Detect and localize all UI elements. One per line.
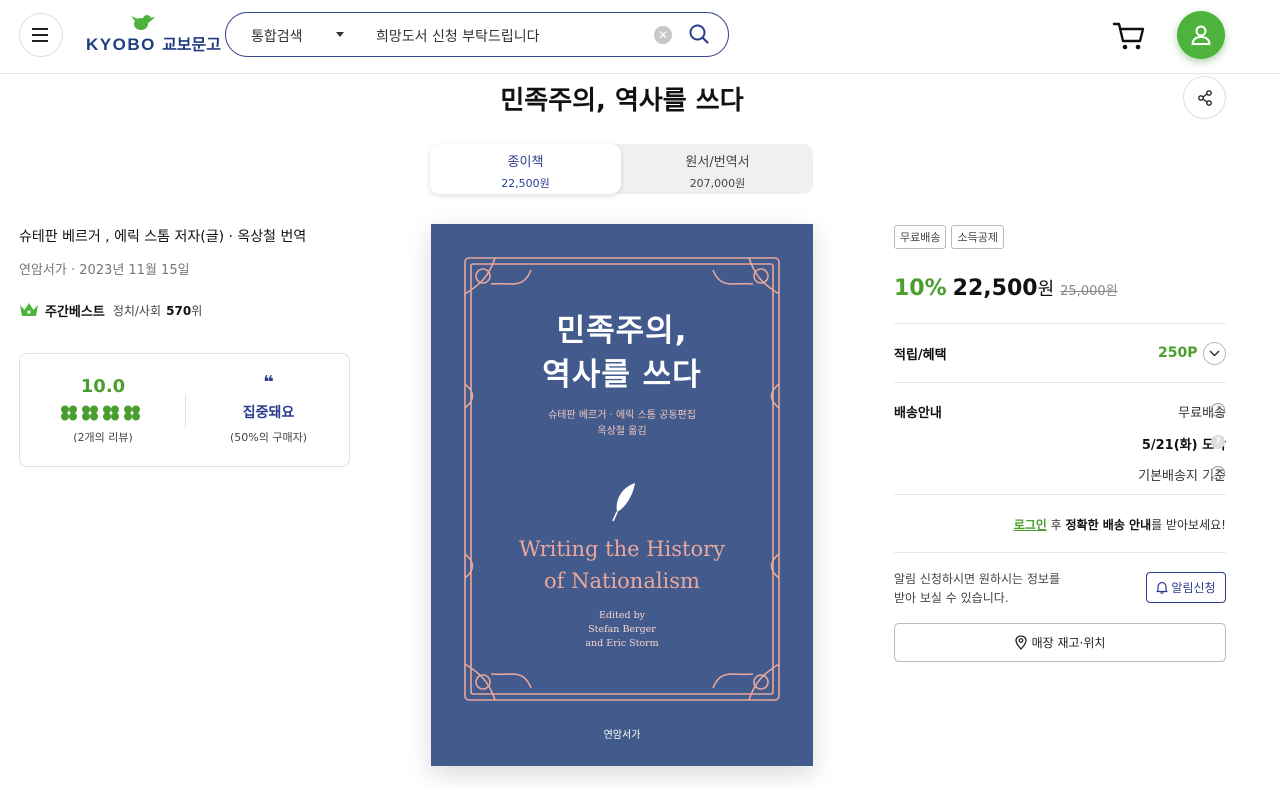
tab-name: 원서/번역서 xyxy=(685,155,750,170)
cover-korean-title-line: 역사를 쓰다 xyxy=(542,357,702,393)
cover-english-editor: Edited by Stefan Berger and Eric Storm xyxy=(431,609,813,651)
discount-rate: 10% xyxy=(894,276,947,301)
feather-quill-icon xyxy=(612,483,635,522)
info-icon[interactable]: ! xyxy=(1211,403,1225,417)
book-cover-image[interactable]: 민족주의, 역사를 쓰다 슈테판 베르거 · 에릭 스톰 공동편집 옥상철 옮김… xyxy=(431,224,813,766)
clover-rating xyxy=(60,405,141,421)
cart-icon[interactable] xyxy=(1112,20,1146,52)
review-keyword: 집중돼요 xyxy=(242,405,295,421)
tag-free-shipping: 무료배송 xyxy=(894,225,947,249)
author-line[interactable]: 슈테판 베르거 , 에릭 스톰 저자(글) · 옥상철 번역 xyxy=(19,226,306,246)
rank-suffix: 위 xyxy=(191,303,203,318)
user-account-button[interactable] xyxy=(1177,11,1225,59)
sale-price: 22,500 xyxy=(952,276,1038,301)
expand-benefits-button[interactable] xyxy=(1203,342,1226,365)
info-icon[interactable]: ! xyxy=(1211,466,1225,480)
alert-description: 알림 신청하시면 원하시는 정보를 받아 보실 수 있습니다. xyxy=(894,570,1060,608)
price-unit: 원 xyxy=(1037,279,1055,300)
cover-english-editor-line: Edited by xyxy=(598,610,646,621)
help-icon[interactable]: ? xyxy=(1211,435,1225,449)
search-bar: 통합검색 희망도서 신청 부탁드립니다 ✕ xyxy=(225,12,729,57)
bestseller-label: 주간베스트 xyxy=(45,304,105,320)
crown-icon xyxy=(20,303,38,316)
logo-text: KYOBO xyxy=(86,35,156,54)
bestseller-category: 정치/사회 xyxy=(112,303,162,318)
tab-price: 22,500원 xyxy=(501,177,550,190)
cover-korean-title: 민족주의, 역사를 쓰다 xyxy=(431,309,813,397)
site-header: KYOBO 교보문고 통합검색 희망도서 신청 부탁드립니다 ✕ xyxy=(0,0,1280,74)
alert-description-line: 받아 보실 수 있습니다. xyxy=(894,591,1009,605)
benefit-label: 적립/혜택 xyxy=(894,348,947,363)
bird-logo-icon xyxy=(131,15,155,30)
bell-icon xyxy=(1156,581,1169,594)
alert-button-label: 알림신청 xyxy=(1171,581,1216,595)
publisher-date: 연암서가 · 2023년 11월 15일 xyxy=(19,263,190,278)
quote-icon: ❝ xyxy=(263,372,274,393)
clear-search-icon[interactable]: ✕ xyxy=(654,26,672,44)
cover-korean-editor-line: 슈테판 베르거 · 에릭 스톰 공동편집 xyxy=(548,410,696,421)
chevron-down-icon xyxy=(1209,350,1220,357)
review-score: 10.0 xyxy=(80,376,126,397)
caret-down-icon[interactable] xyxy=(336,32,344,37)
alert-subscribe-button[interactable]: 알림신청 xyxy=(1146,572,1226,603)
review-keyword-share: (50%의 구매자) xyxy=(229,431,307,444)
kyobo-logo[interactable]: KYOBO 교보문고 xyxy=(86,12,221,54)
clover-icon xyxy=(103,405,119,421)
store-stock-button[interactable]: 매장 재고·위치 xyxy=(894,623,1226,662)
clover-icon xyxy=(124,405,140,421)
login-link[interactable]: 로그인 xyxy=(1014,518,1047,532)
format-tabs: 종이책 22,500원 원서/번역서 207,000원 xyxy=(430,144,813,194)
login-notice: 로그인 후 정확한 배송 안내를 받아보세요! xyxy=(1014,516,1226,533)
cover-english-title: Writing the History of Nationalism xyxy=(431,533,813,597)
store-button-label: 매장 재고·위치 xyxy=(1031,636,1106,650)
divider xyxy=(894,552,1226,553)
map-pin-icon xyxy=(1014,635,1027,650)
tag-tax-deduction: 소득공제 xyxy=(951,225,1004,249)
tab-name: 종이책 xyxy=(507,155,544,170)
cover-english-title-line: Writing the History xyxy=(518,537,726,561)
reward-points: 250P xyxy=(1158,345,1198,361)
cover-korean-editor: 슈테판 베르거 · 에릭 스톰 공동편집 옥상철 옮김 xyxy=(431,408,813,440)
clover-icon xyxy=(82,405,98,421)
cover-publisher-mark: 연암서가 xyxy=(603,730,641,741)
bestseller-badge[interactable]: 주간베스트 정치/사회 570위 xyxy=(19,300,202,320)
original-price: 25,000원 xyxy=(1060,284,1118,299)
user-icon xyxy=(1191,25,1211,45)
divider xyxy=(894,382,1226,383)
book-title: 민족주의, 역사를 쓰다 xyxy=(500,86,744,116)
search-input[interactable]: 희망도서 신청 부탁드립니다 xyxy=(376,26,539,46)
review-summary[interactable]: 10.0 (2개의 리뷰) ❝ 집중돼요 (50%의 구매자) xyxy=(19,353,350,467)
login-notice-bold: 정확한 배송 안내 xyxy=(1065,518,1152,532)
search-category-select[interactable]: 통합검색 xyxy=(251,26,303,46)
cover-korean-title-line: 민족주의, xyxy=(556,313,688,349)
cover-korean-editor-line: 옥상철 옮김 xyxy=(597,426,647,437)
divider xyxy=(894,323,1226,324)
cover-english-editor-line: and Eric Storm xyxy=(585,638,659,649)
search-icon[interactable] xyxy=(688,23,710,45)
cover-english-editor-line: Stefan Berger xyxy=(588,624,656,635)
benefit-tags: 무료배송 소득공제 xyxy=(894,225,1004,249)
share-icon xyxy=(1197,89,1212,106)
login-notice-tail: 를 받아보세요! xyxy=(1151,518,1226,532)
tab-paper-book[interactable]: 종이책 22,500원 xyxy=(430,144,621,194)
alert-description-line: 알림 신청하시면 원하시는 정보를 xyxy=(894,572,1061,586)
login-notice-mid: 후 xyxy=(1046,518,1066,532)
tab-original-book[interactable]: 원서/번역서 207,000원 xyxy=(622,144,813,194)
hamburger-icon xyxy=(32,28,48,42)
review-count: (2개의 리뷰) xyxy=(73,431,133,444)
logo-korean: 교보문고 xyxy=(162,37,221,54)
share-button[interactable] xyxy=(1183,76,1226,119)
shipping-label: 배송안내 xyxy=(894,406,942,421)
price-row: 10% 22,500 원 25,000원 xyxy=(894,275,1118,301)
clover-icon xyxy=(61,405,77,421)
cover-english-title-line: of Nationalism xyxy=(544,569,700,593)
divider xyxy=(894,494,1226,495)
tab-price: 207,000원 xyxy=(689,177,746,190)
menu-button[interactable] xyxy=(19,13,63,57)
bestseller-rank: 570 xyxy=(166,303,192,318)
